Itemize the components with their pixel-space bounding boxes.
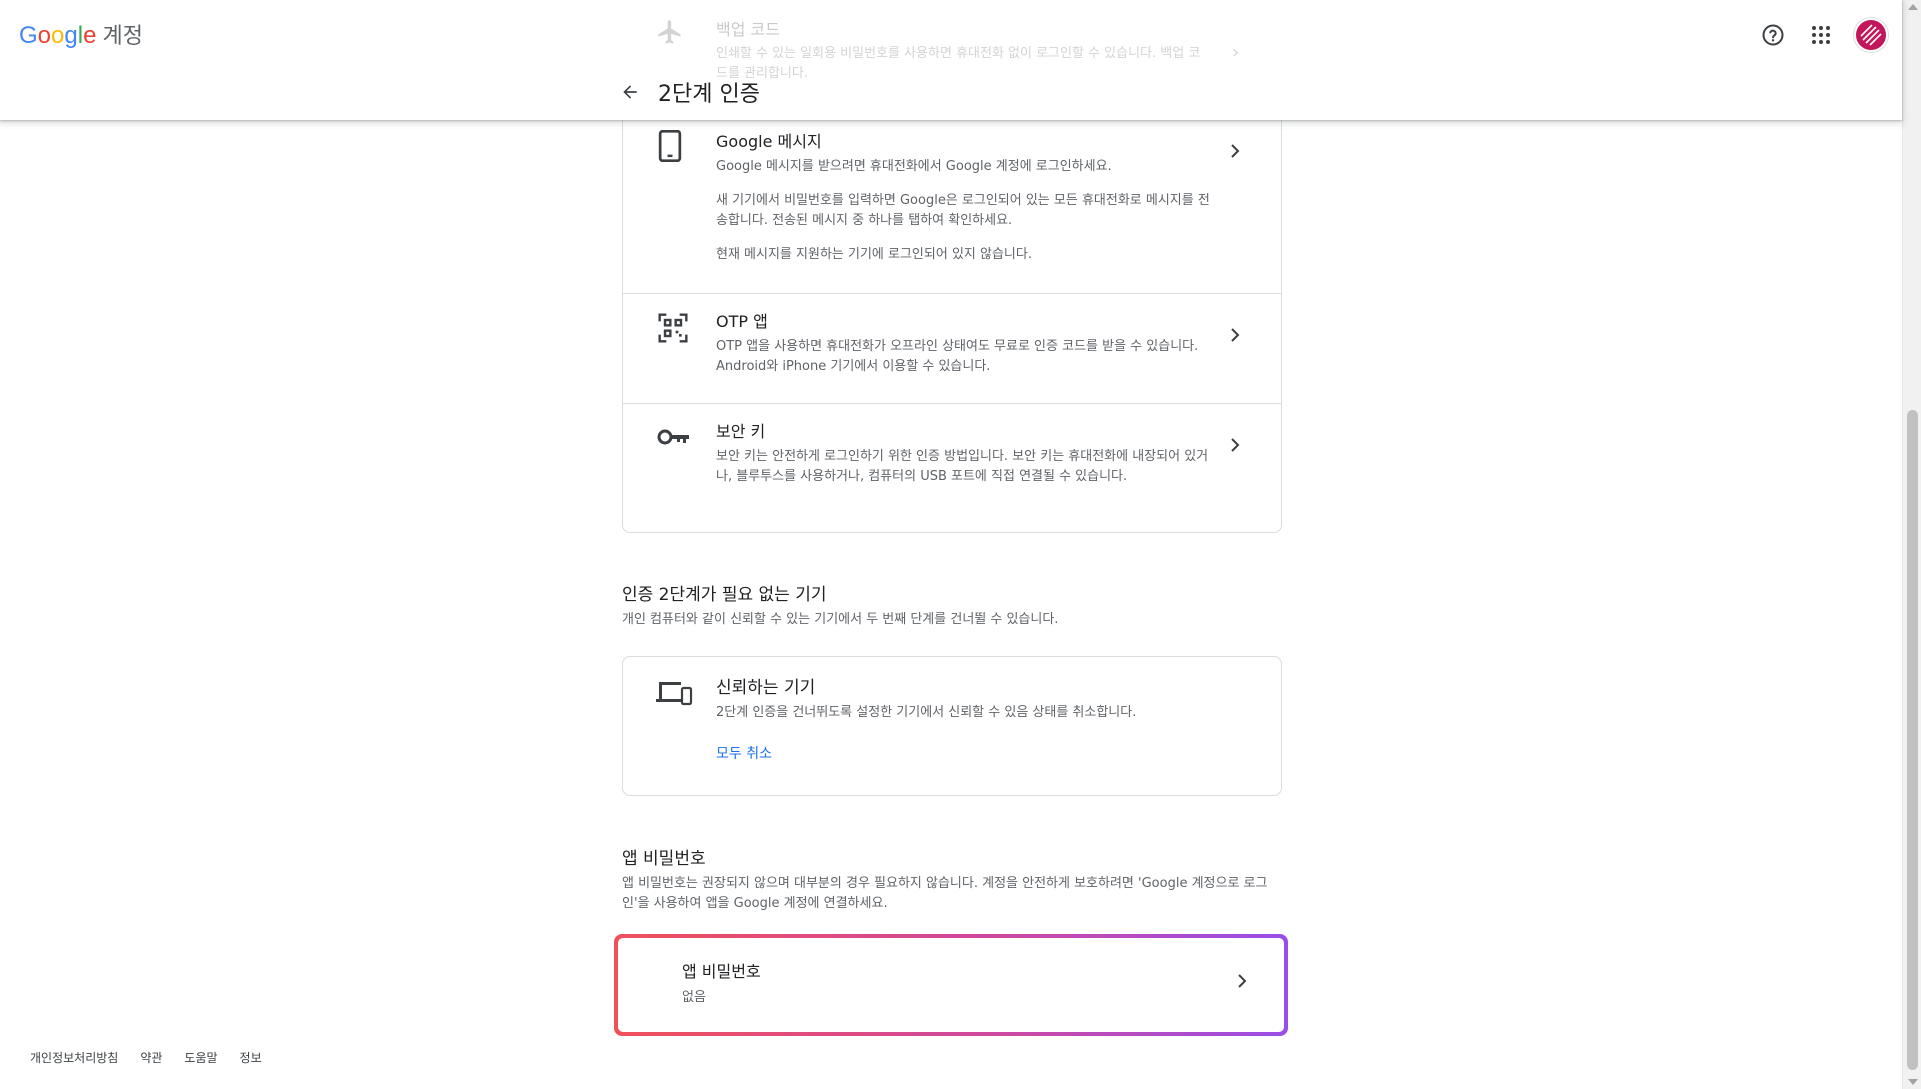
second-steps-card: Google 메시지 Google 메시지를 받으려면 휴대전화에서 Googl…: [622, 100, 1282, 533]
scrollbar-thumb[interactable]: [1907, 410, 1918, 1070]
apps-button[interactable]: [1806, 20, 1836, 50]
help-circle-icon: [1762, 24, 1784, 46]
option-otp-app[interactable]: OTP 앱 OTP 앱을 사용하면 휴대전화가 오프라인 상태여도 무료로 인증…: [623, 294, 1281, 404]
logo-letter-g: G: [19, 22, 38, 49]
scroll-down-arrow-icon[interactable]: [1908, 1079, 1918, 1085]
header-actions: [1758, 18, 1888, 52]
app-password-value: 없음: [682, 990, 706, 1005]
option-text: OTP 앱 OTP 앱을 사용하면 휴대전화가 오프라인 상태여도 무료로 인증…: [716, 308, 1213, 377]
logo-letter-o2: o: [51, 22, 65, 49]
top-app-bar: G o o g l e 계정 2단계 인증: [0, 0, 1902, 120]
product-name: 계정: [102, 23, 143, 48]
chevron-right-icon: [1231, 328, 1240, 342]
chevron-right-icon: [1238, 974, 1247, 988]
option-text: 보안 키 보안 키는 안전하게 로그인하기 위한 인증 방법입니다. 보안 키는…: [716, 418, 1213, 487]
option-security-key[interactable]: 보안 키 보안 키는 안전하게 로그인하기 위한 인증 방법입니다. 보안 키는…: [623, 404, 1281, 531]
arrow-left-icon[interactable]: [620, 82, 640, 102]
avatar-pattern-icon: [1860, 24, 1882, 46]
logo-letter-o1: o: [37, 22, 52, 49]
account-avatar[interactable]: [1854, 18, 1888, 52]
trusted-section-description: 개인 컴퓨터와 같이 신뢰할 수 있는 기기에서 두 번째 단계를 건너뛸 수 …: [622, 612, 1059, 627]
chevron-right-icon: [1231, 144, 1240, 158]
footer-links: 개인정보처리방침 약관 도움말 정보: [30, 1049, 262, 1066]
option-title: Google 메시지: [716, 132, 822, 151]
vertical-scrollbar[interactable]: [1902, 0, 1921, 1089]
trusted-devices-card: 신뢰하는 기기 2단계 인증을 건너뛰도록 설정한 기기에서 신뢰할 수 있음 …: [622, 656, 1282, 796]
page-title-row: 2단계 인증: [620, 76, 760, 108]
qr-code-icon: [658, 313, 688, 343]
google-account-logo[interactable]: G o o g l e 계정: [19, 18, 143, 50]
app-password-description: 앱 비밀번호는 권장되지 않으며 대부분의 경우 필요하지 않습니다. 계정을 …: [622, 876, 1268, 911]
option-google-message[interactable]: Google 메시지 Google 메시지를 받으려면 휴대전화에서 Googl…: [623, 100, 1281, 294]
option-text: Google 메시지 Google 메시지를 받으려면 휴대전화에서 Googl…: [716, 128, 1213, 265]
trusted-devices-title: 신뢰하는 기기: [716, 678, 816, 698]
option-description: Google 메시지를 받으려면 휴대전화에서 Google 계정에 로그인하세…: [716, 159, 1112, 174]
app-password-heading: 앱 비밀번호: [622, 849, 706, 869]
logo-letter-g2: g: [64, 22, 78, 49]
key-icon: [657, 429, 689, 445]
trusted-section-heading: 인증 2단계가 필요 없는 기기: [622, 585, 827, 605]
devices-icon: [656, 682, 693, 706]
option-status: 현재 메시지를 지원하는 기기에 로그인되어 있지 않습니다.: [716, 247, 1032, 262]
option-description: 새 기기에서 비밀번호를 입력하면 Google은 로그인되어 있는 모든 휴대…: [716, 193, 1210, 228]
app-password-title: 앱 비밀번호: [682, 962, 761, 981]
smartphone-icon: [658, 130, 682, 162]
option-description: OTP 앱을 사용하면 휴대전화가 오프라인 상태여도 무료로 인증 코드를 받…: [716, 339, 1199, 374]
chevron-right-icon: [1231, 438, 1240, 452]
option-description: 보안 키는 안전하게 로그인하기 위한 인증 방법입니다. 보안 키는 휴대전화…: [716, 449, 1209, 484]
app-password-card[interactable]: 앱 비밀번호 없음: [618, 938, 1284, 1032]
footer-privacy-link[interactable]: 개인정보처리방침: [30, 1049, 118, 1066]
page-title: 2단계 인증: [658, 82, 760, 107]
footer-help-link[interactable]: 도움말: [184, 1049, 217, 1066]
logo-letter-e: e: [83, 22, 97, 49]
footer-about-link[interactable]: 정보: [240, 1049, 262, 1066]
apps-grid-icon: [1812, 26, 1830, 44]
trusted-devices-description: 2단계 인증을 건너뛰도록 설정한 기기에서 신뢰할 수 있음 상태를 취소합니…: [716, 705, 1137, 720]
scroll-up-arrow-icon[interactable]: [1908, 4, 1918, 10]
app-password-card-highlighted[interactable]: 앱 비밀번호 없음: [614, 934, 1288, 1036]
option-title: OTP 앱: [716, 312, 768, 331]
option-title: 보안 키: [716, 422, 766, 441]
footer-terms-link[interactable]: 약관: [140, 1049, 162, 1066]
help-button[interactable]: [1758, 20, 1788, 50]
revoke-all-link[interactable]: 모두 취소: [716, 743, 772, 763]
